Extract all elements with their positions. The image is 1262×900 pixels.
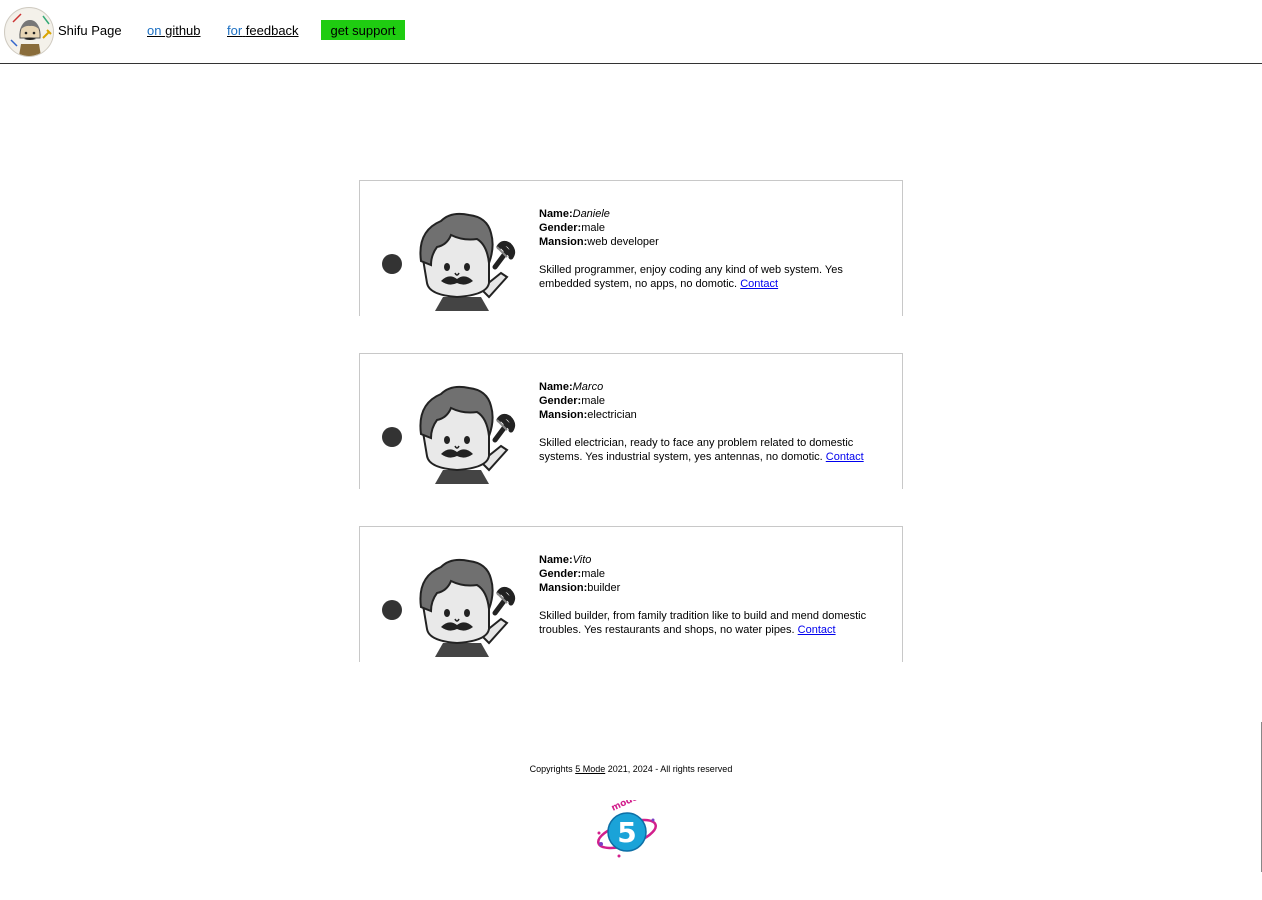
worker-mascot-icon — [419, 385, 516, 484]
worker-info: Name:Vito Gender:male Mansion:builder Sk… — [539, 553, 884, 637]
description-text: Skilled programmer, enjoy coding any kin… — [539, 264, 843, 290]
github-link[interactable]: on github — [147, 23, 201, 38]
company-link[interactable]: 5 Mode — [575, 764, 605, 774]
brand-title: Shifu Page — [58, 23, 122, 38]
5-mode-logo[interactable]: 5 mode — [593, 800, 661, 860]
shifu-avatar-icon — [6, 9, 53, 56]
footer-copyright: Copyrights 5 Mode 2021, 2024 - All right… — [0, 764, 1262, 774]
name-label: Name: — [539, 381, 573, 393]
name-label: Name: — [539, 208, 573, 220]
gender-row: Gender:male — [539, 394, 884, 408]
name-label: Name: — [539, 554, 573, 566]
contact-link[interactable]: Contact — [740, 278, 778, 290]
gender-value: male — [581, 222, 606, 234]
shifu-logo[interactable] — [4, 7, 54, 57]
logo-numeral: 5 — [617, 816, 636, 849]
worker-description: Skilled electrician, ready to face any p… — [539, 436, 884, 464]
worker-info: Name:Marco Gender:male Mansion:electrici… — [539, 380, 884, 464]
get-support-button[interactable]: get support — [321, 20, 405, 40]
worker-card: Name:Marco Gender:male Mansion:electrici… — [359, 353, 903, 489]
gender-value: male — [581, 395, 606, 407]
feedback-link-label: feedback — [245, 23, 299, 38]
worker-card: Name:Daniele Gender:male Mansion:web dev… — [359, 180, 903, 316]
worker-card: Name:Vito Gender:male Mansion:builder Sk… — [359, 526, 903, 662]
logo-wordmark: mode — [610, 800, 640, 814]
feedback-link[interactable]: for feedback — [227, 23, 299, 38]
gender-label: Gender: — [539, 395, 582, 407]
feedback-link-prefix: for — [227, 23, 243, 38]
name-value: Daniele — [572, 208, 610, 220]
mansion-label: Mansion: — [539, 409, 588, 421]
worker-description: Skilled programmer, enjoy coding any kin… — [539, 263, 884, 291]
copyright-suffix: 2021, 2024 - All rights reserved — [607, 764, 733, 774]
description-text: Skilled electrician, ready to face any p… — [539, 437, 854, 463]
bullet-icon — [382, 254, 402, 274]
mansion-row: Mansion:web developer — [539, 235, 884, 249]
worker-mascot-icon — [419, 558, 516, 657]
worker-info: Name:Daniele Gender:male Mansion:web dev… — [539, 207, 884, 291]
worker-mascot-icon — [419, 212, 516, 311]
contact-link[interactable]: Contact — [798, 624, 836, 636]
gender-label: Gender: — [539, 222, 582, 234]
gender-row: Gender:male — [539, 221, 884, 235]
mansion-value: web developer — [587, 236, 659, 248]
top-navbar: Shifu Page on github for feedback get su… — [0, 0, 1262, 64]
contact-link[interactable]: Contact — [826, 451, 864, 463]
name-row: Name:Daniele — [539, 207, 884, 221]
mansion-label: Mansion: — [539, 582, 588, 594]
name-value: Marco — [572, 381, 604, 393]
mansion-value: builder — [587, 582, 621, 594]
name-row: Name:Marco — [539, 380, 884, 394]
mansion-row: Mansion:electrician — [539, 408, 884, 422]
github-link-prefix: on — [147, 23, 162, 38]
bullet-icon — [382, 427, 402, 447]
worker-description: Skilled builder, from family tradition l… — [539, 609, 884, 637]
mansion-value: electrician — [587, 409, 637, 421]
gender-value: male — [581, 568, 606, 580]
copyright-prefix: Copyrights — [529, 764, 573, 774]
github-link-label: github — [165, 23, 201, 38]
name-value: Vito — [572, 554, 592, 566]
bullet-icon — [382, 600, 402, 620]
mansion-label: Mansion: — [539, 236, 588, 248]
mansion-row: Mansion:builder — [539, 581, 884, 595]
gender-label: Gender: — [539, 568, 582, 580]
gender-row: Gender:male — [539, 567, 884, 581]
name-row: Name:Vito — [539, 553, 884, 567]
